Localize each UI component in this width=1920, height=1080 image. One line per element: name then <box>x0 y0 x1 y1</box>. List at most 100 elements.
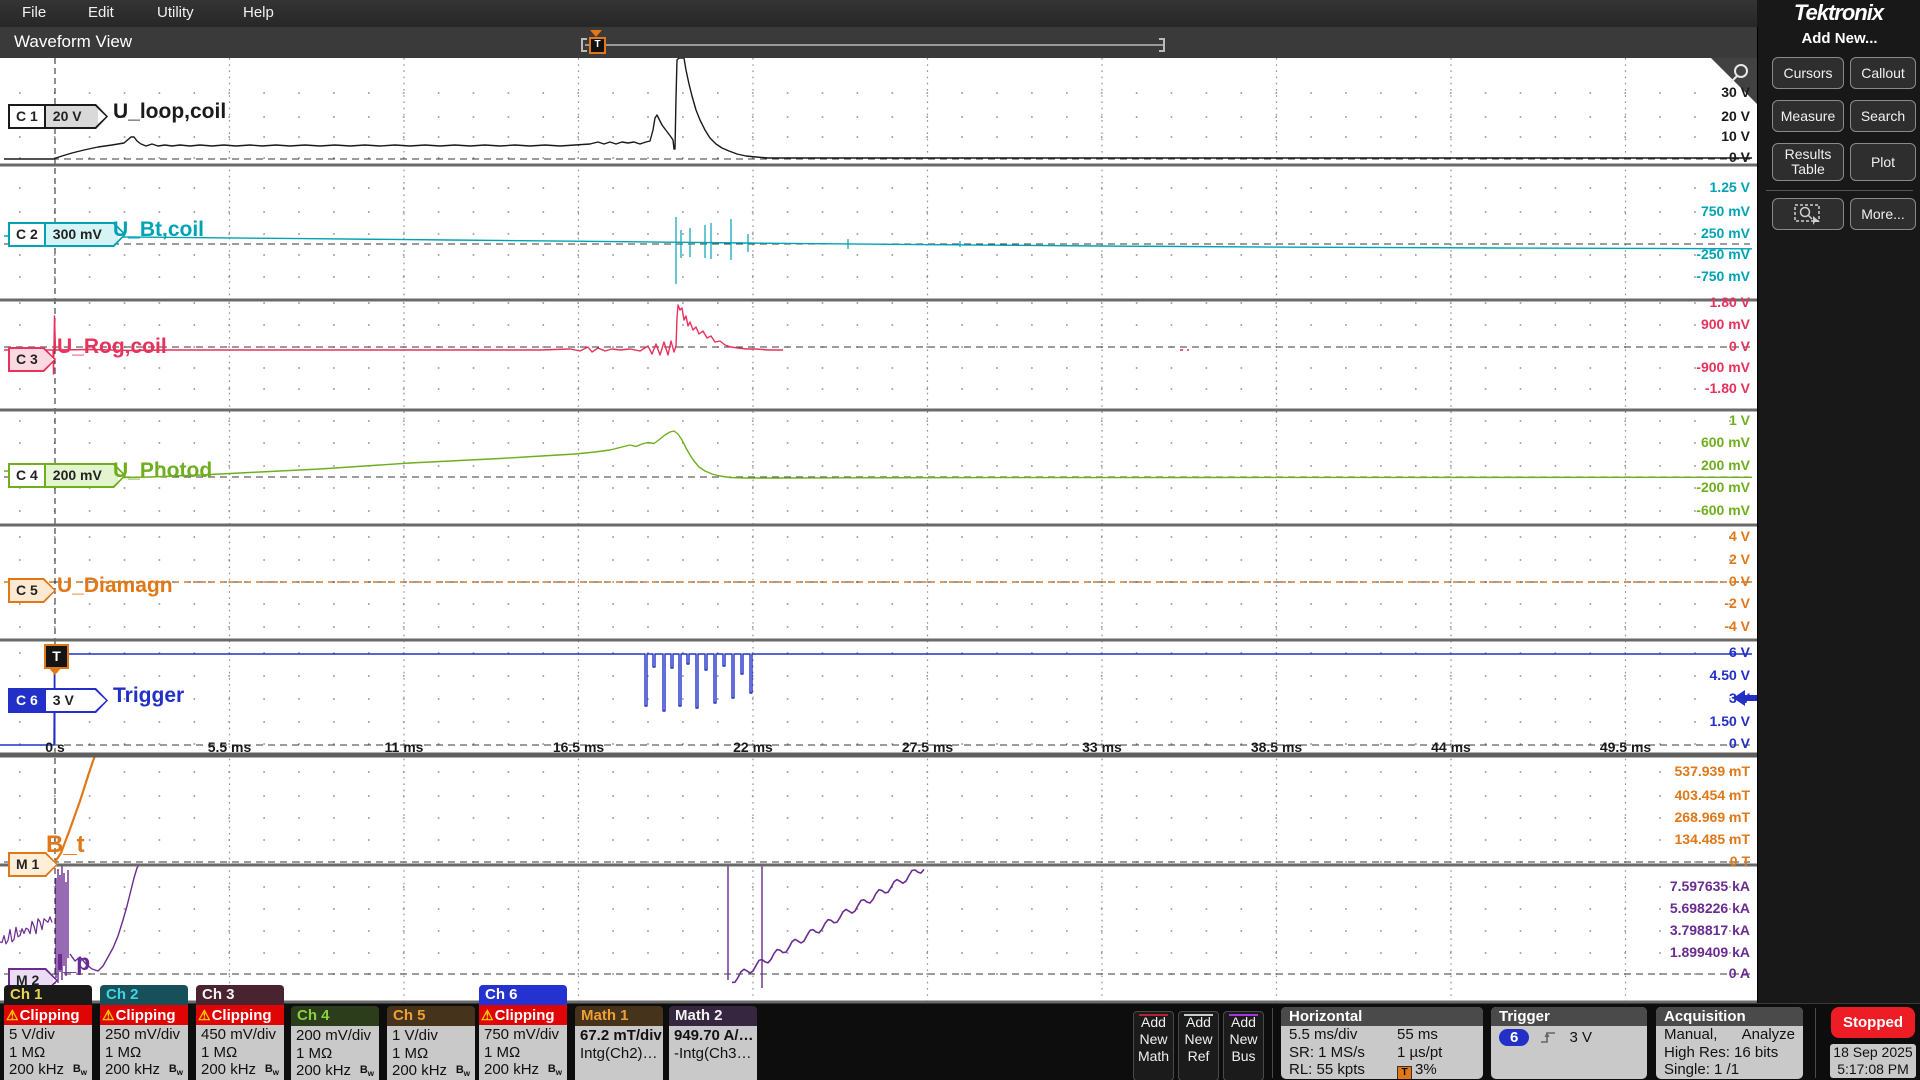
axis-tick-label: 750 mV <box>1614 203 1750 219</box>
menu-help[interactable]: Help <box>243 4 274 21</box>
channel-badge-c6[interactable]: C 63 V <box>8 688 108 713</box>
axis-tick-label: 900 mV <box>1614 316 1750 332</box>
trigger-position-t-icon: T <box>589 37 606 54</box>
math1-settings-badge[interactable]: Math 1 67.2 mT/divIntg(Ch2)… <box>575 1006 663 1080</box>
trigger-position-triangle <box>590 30 602 37</box>
math2-settings-badge[interactable]: Math 2 949.70 A/…-Intg(Ch3… <box>669 1006 757 1080</box>
search-button[interactable]: Search <box>1850 100 1916 132</box>
axis-tick-label: 0 V <box>1614 149 1750 165</box>
measure-button[interactable]: Measure <box>1772 100 1844 132</box>
add-new-ref-button[interactable]: Add New Ref <box>1178 1011 1219 1080</box>
add-new-bus-button[interactable]: Add New Bus <box>1223 1011 1264 1080</box>
axis-tick-label: 403.454 mT <box>1614 787 1750 803</box>
ch3-settings-badge[interactable]: Ch 3 ⚠Clipping 450 mV/div1 MΩ 200 kHzBw <box>196 985 284 1080</box>
axis-tick-label: 0 V <box>1614 573 1750 589</box>
menu-utility[interactable]: Utility <box>157 4 194 21</box>
position-bar-right-bracket <box>1163 38 1165 52</box>
axis-tick-label: -200 mV <box>1614 479 1750 495</box>
trace-label-c1[interactable]: U_loop,coil <box>113 100 226 124</box>
datetime-display: 18 Sep 20255:17:08 PM <box>1830 1044 1916 1078</box>
separator <box>1272 1008 1273 1078</box>
trace-label-c3[interactable]: U_Rog,coil <box>57 335 167 359</box>
more-button[interactable]: More... <box>1850 198 1916 230</box>
trace-label-c5[interactable]: U_Diamagn <box>57 574 173 598</box>
axis-tick-label: 537.939 mT <box>1614 763 1750 779</box>
trace-label-m1[interactable]: B_t <box>46 831 85 859</box>
channel-badge-c2[interactable]: C 2300 mV <box>8 222 126 247</box>
waveform-view-title: Waveform View <box>14 32 132 52</box>
axis-tick-label: 250 mV <box>1614 225 1750 241</box>
callout-button[interactable]: Callout <box>1850 57 1916 89</box>
trace-label-m2[interactable]: I_p <box>57 949 90 976</box>
time-axis-label: 5.5 ms <box>185 739 275 755</box>
ch5-settings-badge[interactable]: Ch 5 1 V/div1 MΩ 200 kHzBw <box>387 1006 475 1080</box>
plot-button[interactable]: Plot <box>1850 143 1916 181</box>
trigger-panel[interactable]: Trigger 6 3 V <box>1491 1007 1647 1079</box>
axis-tick-label: -4 V <box>1614 618 1750 634</box>
axis-tick-label: -250 mV <box>1614 246 1750 262</box>
menu-file[interactable]: File <box>22 4 46 21</box>
warning-icon: ⚠ <box>102 1007 116 1023</box>
horizontal-panel[interactable]: Horizontal 5.5 ms/div55 ms SR: 1 MS/s1 µ… <box>1281 1007 1483 1079</box>
rising-edge-icon <box>1539 1030 1557 1044</box>
axis-tick-label: 0 V <box>1614 338 1750 354</box>
axis-tick-label: -2 V <box>1614 595 1750 611</box>
separator <box>1815 1008 1816 1078</box>
results-table-button[interactable]: Results Table <box>1772 143 1844 181</box>
zoom-select-button[interactable] <box>1772 198 1844 230</box>
time-axis-label: 11 ms <box>359 739 449 755</box>
warning-icon: ⚠ <box>198 1007 212 1023</box>
axis-tick-label: -750 mV <box>1614 268 1750 284</box>
axis-tick-label: 6 V <box>1614 644 1750 660</box>
axis-tick-label: -600 mV <box>1614 502 1750 518</box>
trace-label-c6[interactable]: Trigger <box>113 684 184 708</box>
axis-tick-label: 1 V <box>1614 412 1750 428</box>
time-axis-label: 33 ms <box>1057 739 1147 755</box>
time-axis-label: 38.5 ms <box>1232 739 1322 755</box>
axis-tick-label: 200 mV <box>1614 457 1750 473</box>
channel-badge-c4[interactable]: C 4200 mV <box>8 463 126 488</box>
add-new-heading: Add New... <box>1758 30 1920 47</box>
axis-tick-label: 0 A <box>1614 965 1750 981</box>
time-axis-label: 0 s <box>10 739 100 755</box>
axis-tick-label: 3 V <box>1614 690 1750 706</box>
axis-tick-label: 3.798817 kA <box>1614 922 1750 938</box>
waveform-titlebar: Waveform View T <box>0 27 1757 59</box>
ch4-settings-badge[interactable]: Ch 4 200 mV/div1 MΩ 200 kHzBw <box>291 1006 379 1080</box>
ch1-settings-badge[interactable]: Ch 1 ⚠Clipping 5 V/div1 MΩ 200 kHzBw <box>4 985 92 1080</box>
ch6-settings-badge[interactable]: Ch 6 ⚠Clipping 750 mV/div1 MΩ 200 kHzBw <box>479 985 567 1080</box>
channel-badge-c1[interactable]: C 120 V <box>8 104 108 129</box>
add-new-math-button[interactable]: Add New Math <box>1133 1011 1174 1080</box>
waveform-window: Waveform View T C 120 V C 2300 mV C 3 C … <box>0 27 1757 1003</box>
trigger-position-mini-icon: T <box>1397 1066 1412 1079</box>
trigger-position-flag[interactable]: T <box>589 30 604 54</box>
cursors-button[interactable]: Cursors <box>1772 57 1844 89</box>
acquisition-panel[interactable]: Acquisition Manual,Analyze High Res: 16 … <box>1656 1007 1803 1079</box>
axis-tick-label: 1.25 V <box>1614 179 1750 195</box>
trigger-marker[interactable]: T <box>44 644 69 669</box>
tektronix-logo: Tektronix <box>1757 0 1920 27</box>
axis-tick-label: 268.969 mT <box>1614 809 1750 825</box>
axis-tick-label: 7.597635 kA <box>1614 878 1750 894</box>
time-axis-label: 16.5 ms <box>534 739 624 755</box>
time-axis-label: 44 ms <box>1406 739 1496 755</box>
axis-tick-label: 600 mV <box>1614 434 1750 450</box>
menu-edit[interactable]: Edit <box>88 4 114 21</box>
waveform-plot-area[interactable]: C 120 V C 2300 mV C 3 C 4200 mV C 5 C 63… <box>0 58 1757 1003</box>
trace-label-c4[interactable]: U_Photod <box>113 459 212 483</box>
acquisition-status-button[interactable]: Stopped <box>1831 1007 1915 1038</box>
trace-label-c2[interactable]: U_Bt,coil <box>113 218 204 242</box>
horizontal-position-bar[interactable] <box>585 44 1163 46</box>
axis-tick-label: 10 V <box>1614 128 1750 144</box>
oscilloscope-screen: File Edit Utility Help Tektronix Wavefor… <box>0 0 1920 1080</box>
ch2-settings-badge[interactable]: Ch 2 ⚠Clipping 250 mV/div1 MΩ 200 kHzBw <box>100 985 188 1080</box>
menu-bar: File Edit Utility Help <box>0 0 1757 27</box>
axis-tick-label: -1.80 V <box>1614 380 1750 396</box>
axis-tick-label: -900 mV <box>1614 359 1750 375</box>
time-axis-label: 22 ms <box>708 739 798 755</box>
right-panel: Add New... Cursors Callout Measure Searc… <box>1757 27 1920 1003</box>
trigger-marker-triangle <box>48 667 62 675</box>
panel-divider <box>1766 190 1913 191</box>
axis-tick-label: 20 V <box>1614 108 1750 124</box>
axis-tick-label: 1.50 V <box>1614 713 1750 729</box>
